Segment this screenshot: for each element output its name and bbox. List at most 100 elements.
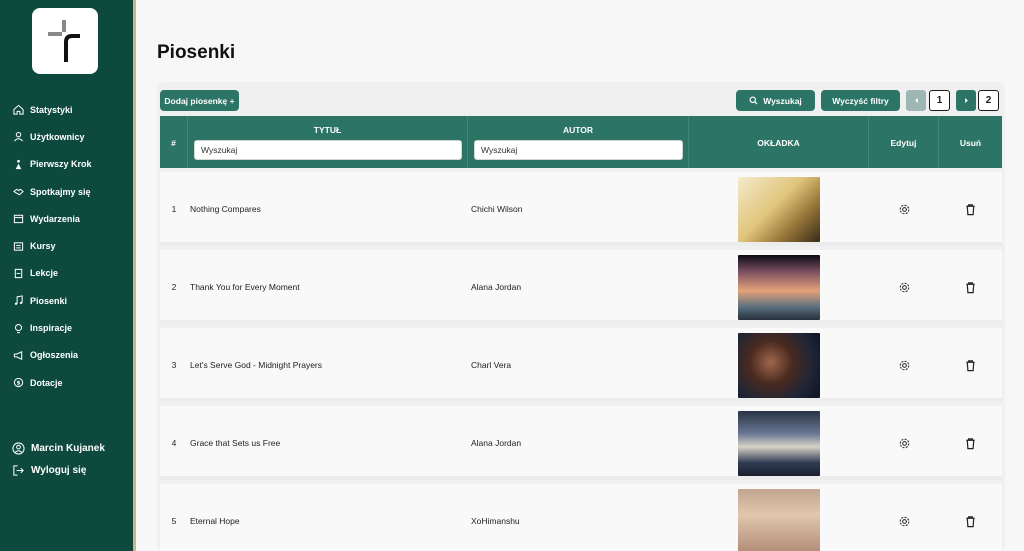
user-icon <box>13 131 24 142</box>
column-header-cover: OKŁADKA <box>689 116 869 168</box>
sidebar-item-lekcje[interactable]: Lekcje <box>0 260 133 287</box>
user-block: Marcin Kujanek Wyloguj się <box>0 437 133 481</box>
page-1-button[interactable]: 1 <box>929 90 950 111</box>
edit-cell <box>869 406 939 480</box>
column-header-label: AUTOR <box>562 125 594 135</box>
sidebar-nav: Statystyki Użytkownicy Pierwszy Krok Spo… <box>0 96 133 396</box>
sidebar-item-statystyki[interactable]: Statystyki <box>0 96 133 123</box>
gear-icon[interactable] <box>898 437 911 450</box>
sidebar-item-label: Statystyki <box>30 104 73 115</box>
trash-icon[interactable] <box>964 281 977 294</box>
sidebar-item-ogloszenia[interactable]: Ogłoszenia <box>0 342 133 369</box>
sidebar-item-label: Wydarzenia <box>30 213 80 224</box>
gear-icon[interactable] <box>898 281 911 294</box>
table-header: # TYTUŁ AUTOR OKŁADKA Edytuj Usuń <box>160 116 1002 168</box>
song-title: Let's Serve God - Midnight Prayers <box>190 360 323 370</box>
edit-cell <box>869 484 939 551</box>
sidebar-item-piosenki[interactable]: Piosenki <box>0 287 133 314</box>
column-header-label: Edytuj <box>890 138 917 148</box>
column-header-label: OKŁADKA <box>757 138 800 148</box>
app-logo[interactable] <box>32 8 98 74</box>
gear-icon[interactable] <box>898 203 911 216</box>
main-content: Piosenki Dodaj piosenkę + Wyszukaj Wyczy… <box>139 0 1024 551</box>
song-title: Nothing Compares <box>190 204 261 214</box>
gear-icon[interactable] <box>898 515 911 528</box>
song-author: Alana Jordan <box>471 282 522 292</box>
trash-icon[interactable] <box>964 359 977 372</box>
gear-icon[interactable] <box>898 359 911 372</box>
sidebar-item-label: Kursy <box>30 241 56 252</box>
sidebar-item-inspiracje[interactable]: Inspiracje <box>0 314 133 341</box>
row-number: 1 <box>171 204 177 214</box>
sidebar-item-label: Piosenki <box>30 295 68 306</box>
column-header-title: TYTUŁ <box>188 116 468 168</box>
cover-cell <box>689 172 869 246</box>
cover-image <box>738 254 820 320</box>
next-page-button[interactable] <box>956 90 976 111</box>
sidebar-item-label: Lekcje <box>30 268 59 279</box>
table-row: 2 Thank You for Every Moment Alana Jorda… <box>160 250 1002 324</box>
cover-image <box>738 176 820 242</box>
trash-icon[interactable] <box>964 437 977 450</box>
sidebar-item-label: Spotkajmy się <box>30 186 91 197</box>
chevron-left-icon <box>914 97 918 104</box>
home-icon <box>13 104 24 115</box>
coin-icon: $ <box>13 377 24 388</box>
column-header-edit: Edytuj <box>869 116 939 168</box>
trash-icon[interactable] <box>964 515 977 528</box>
sidebar-item-label: Dotacje <box>30 377 63 388</box>
sidebar-item-kursy[interactable]: Kursy <box>0 232 133 259</box>
delete-cell <box>939 484 1002 551</box>
cover-image <box>738 332 820 398</box>
row-number: 4 <box>171 438 177 448</box>
page-2-button[interactable]: 2 <box>978 90 999 111</box>
delete-cell <box>939 250 1002 324</box>
table-row: 5 Eternal Hope XoHimanshu <box>160 484 1002 551</box>
megaphone-icon <box>13 350 24 361</box>
user-profile[interactable]: Marcin Kujanek <box>0 437 133 459</box>
handshake-icon <box>13 186 24 197</box>
song-title: Thank You for Every Moment <box>190 282 300 292</box>
sidebar-item-label: Użytkownicy <box>30 131 85 142</box>
prev-page-button[interactable] <box>906 90 926 111</box>
trash-icon[interactable] <box>964 203 977 216</box>
author-filter-input[interactable] <box>474 140 683 160</box>
lightbulb-icon <box>13 323 24 334</box>
songs-panel: Dodaj piosenkę + Wyszukaj Wyczyść filtry… <box>157 82 1005 551</box>
chevron-right-icon <box>964 97 968 104</box>
steps-icon <box>13 159 24 170</box>
sidebar-item-label: Inspiracje <box>30 323 73 334</box>
row-number: 5 <box>171 516 177 526</box>
song-title: Grace that Sets us Free <box>190 438 281 448</box>
sidebar-item-pierwszy-krok[interactable]: Pierwszy Krok <box>0 151 133 178</box>
user-circle-icon <box>12 441 25 455</box>
column-header-label: # <box>171 138 176 148</box>
edit-cell <box>869 328 939 402</box>
edit-cell <box>869 172 939 246</box>
search-button[interactable]: Wyszukaj <box>736 90 815 111</box>
lesson-icon <box>13 268 24 279</box>
clear-filters-button[interactable]: Wyczyść filtry <box>821 90 900 111</box>
logout-button[interactable]: Wyloguj się <box>0 459 133 481</box>
table-row: 3 Let's Serve God - Midnight Prayers Cha… <box>160 328 1002 402</box>
add-song-button[interactable]: Dodaj piosenkę + <box>160 90 239 111</box>
sidebar-item-uzytkownicy[interactable]: Użytkownicy <box>0 123 133 150</box>
page-title: Piosenki <box>157 42 236 63</box>
sidebar-item-wydarzenia[interactable]: Wydarzenia <box>0 205 133 232</box>
delete-cell <box>939 172 1002 246</box>
sidebar: Statystyki Użytkownicy Pierwszy Krok Spo… <box>0 0 136 551</box>
sidebar-item-label: Ogłoszenia <box>30 350 79 361</box>
search-button-label: Wyszukaj <box>763 95 802 106</box>
edit-cell <box>869 250 939 324</box>
sidebar-item-spotkajmy-sie[interactable]: Spotkajmy się <box>0 178 133 205</box>
cover-cell <box>689 406 869 480</box>
cover-cell <box>689 250 869 324</box>
cover-image <box>738 488 820 551</box>
calendar-icon <box>13 213 24 224</box>
courses-icon <box>13 241 24 252</box>
music-icon <box>13 295 24 306</box>
row-number: 3 <box>171 360 177 370</box>
song-author: Alana Jordan <box>471 438 522 448</box>
title-filter-input[interactable] <box>194 140 462 160</box>
sidebar-item-dotacje[interactable]: $ Dotacje <box>0 369 133 396</box>
